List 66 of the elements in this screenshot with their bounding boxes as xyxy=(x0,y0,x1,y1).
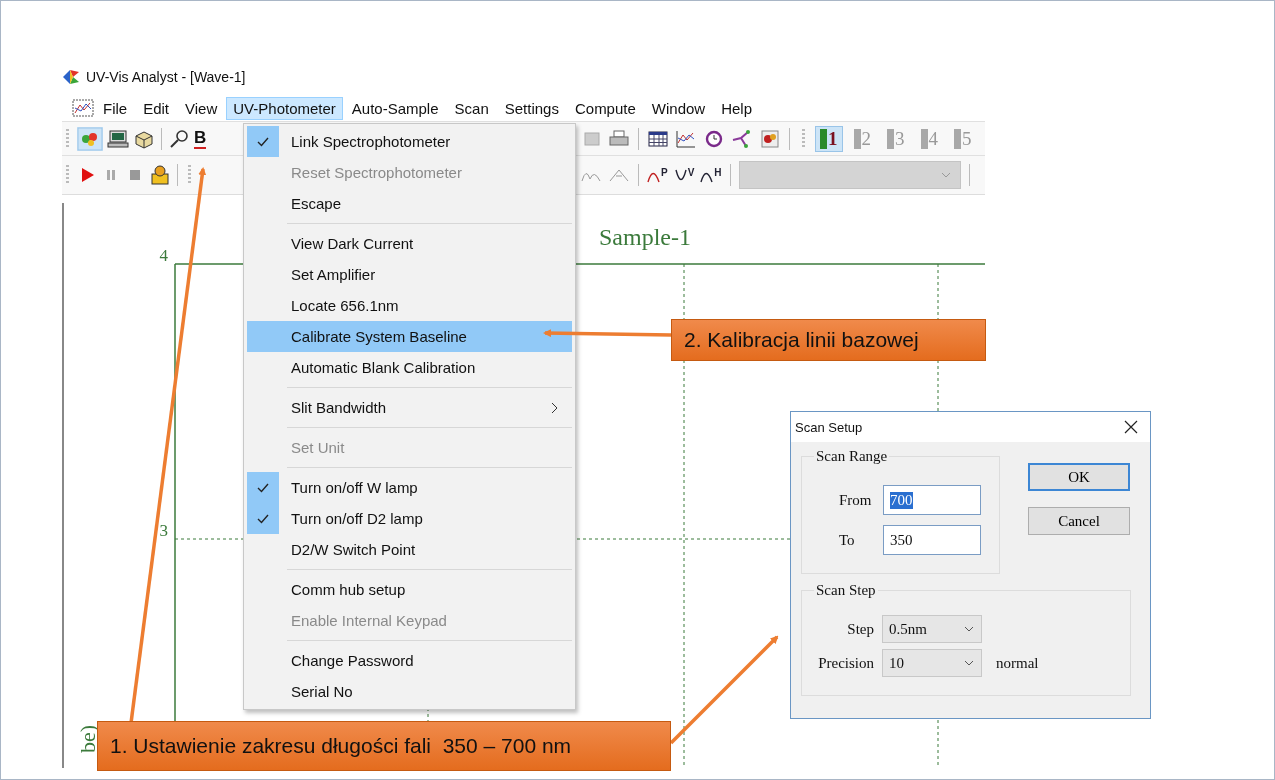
axis-tick-label: 4 xyxy=(159,246,168,265)
menu-item[interactable]: Serial No xyxy=(247,676,572,707)
select-field[interactable]: 10 xyxy=(882,649,982,677)
menu-item[interactable]: Change Password xyxy=(247,645,572,676)
bold-button[interactable]: B xyxy=(194,128,207,149)
menu-item[interactable]: Comm hub setup xyxy=(247,574,572,605)
clock-icon[interactable] xyxy=(703,128,725,149)
dialog-title: Scan Setup xyxy=(795,419,863,435)
menu-item[interactable]: Locate 656.1nm xyxy=(247,290,572,321)
axis-label: be) xyxy=(75,724,100,753)
printer-icon[interactable] xyxy=(608,128,630,149)
close-icon[interactable] xyxy=(1124,420,1138,434)
chart-icon[interactable] xyxy=(72,99,94,117)
field-label: Precision xyxy=(817,654,874,672)
plot-title: Sample-1 xyxy=(599,224,691,250)
peak-tool-button[interactable]: V xyxy=(673,167,695,183)
menu-item[interactable]: Calibrate System Baseline xyxy=(247,321,572,352)
table-icon[interactable] xyxy=(647,128,669,149)
menu-item[interactable]: View Dark Current xyxy=(247,228,572,259)
field-label: Step xyxy=(846,620,874,638)
menu-bar-item[interactable]: Compute xyxy=(567,96,643,120)
axis-tick-label: 3 xyxy=(159,521,168,540)
input-field[interactable]: 700 xyxy=(883,485,981,515)
chart-icon[interactable] xyxy=(675,128,697,149)
pane-button[interactable]: 1 xyxy=(815,125,843,152)
menu-item[interactable]: Escape xyxy=(247,188,572,219)
menu-bar-item[interactable]: Auto-Sample xyxy=(344,96,446,120)
select-field[interactable]: 0.5nm xyxy=(882,615,982,643)
branch-icon[interactable] xyxy=(731,128,753,149)
callout-label: 1. Ustawienie zakresu długości fali 350 – 700 nm xyxy=(97,721,671,771)
chevron-down-icon xyxy=(963,625,975,633)
menu-item[interactable]: D2/W Switch Point xyxy=(247,534,572,565)
app-logo-icon xyxy=(62,69,80,85)
dialog-button[interactable]: Cancel xyxy=(1028,507,1130,535)
menu-item[interactable]: Turn on/off W lamp xyxy=(247,472,572,503)
window-title: UV-Vis Analyst - [Wave-1] xyxy=(86,69,246,85)
peak-tool-button[interactable]: P xyxy=(647,167,668,183)
menu-bar-item[interactable]: Help xyxy=(714,96,760,120)
dialog-button[interactable]: OK xyxy=(1028,463,1130,491)
chevron-down-icon xyxy=(939,171,952,179)
field-label: From xyxy=(839,491,873,509)
unit-label: normal xyxy=(996,654,1039,672)
menu-bar-item[interactable]: Scan xyxy=(447,96,496,120)
menu-item[interactable]: Automatic Blank Calibration xyxy=(247,352,572,383)
menu-bar-item[interactable]: Window xyxy=(644,96,713,120)
menu-bar-item[interactable]: View xyxy=(178,96,225,120)
input-field[interactable]: 350 xyxy=(883,525,981,555)
menu-bar-item[interactable]: File xyxy=(96,96,135,120)
menu-bar-item[interactable]: Edit xyxy=(136,96,177,120)
chevron-down-icon xyxy=(963,659,975,667)
dropdown-field[interactable] xyxy=(738,161,961,189)
monitor-icon[interactable] xyxy=(107,128,129,149)
menu-bar-item[interactable]: UV-Photometer xyxy=(226,96,343,120)
menu-item[interactable]: Slit Bandwidth xyxy=(247,392,572,423)
peak-tool-button[interactable]: H xyxy=(700,167,722,183)
image-icon[interactable] xyxy=(759,128,781,149)
menu-item[interactable]: Set Amplifier xyxy=(247,259,572,290)
help-icon[interactable] xyxy=(149,164,171,186)
field-label: To xyxy=(839,531,856,549)
spectrum-icon[interactable] xyxy=(77,126,103,151)
group-title: Scan Range xyxy=(814,448,890,465)
menu-item[interactable]: Turn on/off D2 lamp xyxy=(247,503,572,534)
menu-bar-item[interactable]: Settings xyxy=(497,96,566,120)
menu-item[interactable]: Link Spectrophotometer xyxy=(247,126,572,157)
callout-label: 2. Kalibracja linii bazowej xyxy=(671,319,986,361)
group-title: Scan Step xyxy=(814,582,878,599)
